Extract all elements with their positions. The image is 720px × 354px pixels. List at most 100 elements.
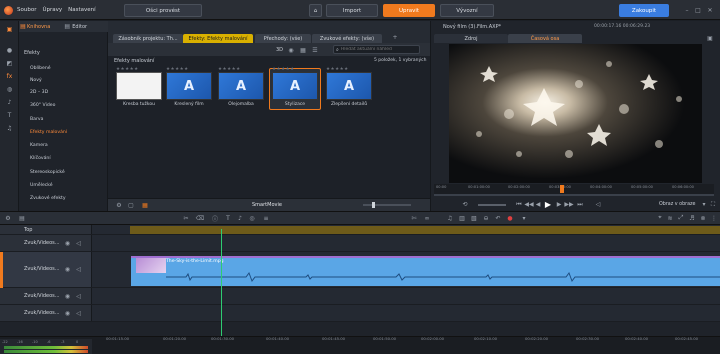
tab-library[interactable]: Knihovna bbox=[27, 24, 50, 30]
tab-effects[interactable]: Efekty: Efekty malování bbox=[183, 34, 253, 43]
category-item[interactable]: Stereoskopické bbox=[30, 170, 65, 175]
step-forward-icon[interactable]: ▶ bbox=[555, 200, 563, 209]
rewind-icon[interactable]: ◀◀ bbox=[524, 200, 533, 209]
effect-thumb-detail[interactable]: A bbox=[326, 72, 372, 100]
category-item[interactable]: Oblíbené bbox=[30, 66, 51, 71]
maximize-icon[interactable]: □ bbox=[694, 6, 702, 14]
dropdown-chevron-icon[interactable]: ▾ bbox=[700, 200, 708, 209]
tab-sound-effects[interactable]: Zvukové efekty: (vše) bbox=[312, 34, 382, 43]
grid-icon[interactable]: ▦ bbox=[299, 46, 307, 54]
loop-icon[interactable]: ⟲ bbox=[461, 200, 469, 209]
edit-button[interactable]: Upravit bbox=[383, 4, 435, 17]
zoom-slider-thumb[interactable] bbox=[372, 202, 375, 208]
razor-icon[interactable]: ✂ bbox=[182, 214, 190, 222]
media-icon[interactable]: ▣ bbox=[4, 25, 15, 34]
eye-icon[interactable]: ◉ bbox=[64, 266, 71, 273]
zoom-slider[interactable] bbox=[363, 204, 411, 206]
effect-thumb-stylize[interactable]: A bbox=[272, 72, 318, 100]
effects-icon[interactable]: fx bbox=[4, 72, 15, 81]
category-item[interactable]: Klíčování bbox=[30, 156, 51, 161]
export-button[interactable]: Vývozní bbox=[440, 4, 494, 17]
category-item[interactable]: Kamera bbox=[30, 143, 48, 148]
tab-transitions[interactable]: Přechody: (vše) bbox=[255, 34, 311, 43]
audio-mode-icon[interactable]: ♫ bbox=[446, 214, 454, 222]
scrub-playhead[interactable] bbox=[560, 185, 564, 193]
pip-toggle-icon[interactable]: ▣ bbox=[705, 34, 715, 43]
effect-thumb-oil[interactable]: A bbox=[218, 72, 264, 100]
timeline-playhead[interactable] bbox=[221, 229, 222, 347]
fast-forward-icon[interactable]: ▶▶ bbox=[564, 200, 573, 209]
scissors-icon[interactable]: ✄ bbox=[410, 214, 418, 222]
title-icon[interactable]: T bbox=[224, 214, 232, 222]
smartmovie-label[interactable]: SmartMovie bbox=[252, 202, 282, 208]
open-simple-button[interactable]: Ošci provést bbox=[124, 4, 202, 17]
menu-upravy[interactable]: Úpravy bbox=[42, 7, 62, 13]
track-name[interactable]: Zvuk/Videos... bbox=[24, 293, 60, 299]
eye-icon[interactable]: ◉ bbox=[64, 293, 71, 300]
snapshot-icon[interactable]: ◎ bbox=[248, 214, 256, 222]
ripple-icon[interactable]: ≋ bbox=[666, 214, 674, 222]
menu-nastaveni[interactable]: Nastavení bbox=[68, 7, 96, 13]
track-name[interactable]: Zvuk/Videos... bbox=[24, 310, 60, 316]
effect-thumb-cartoon[interactable]: A bbox=[166, 72, 212, 100]
sort-icon[interactable]: ☰ bbox=[311, 46, 319, 54]
pip-label[interactable]: Obraz v obraze bbox=[659, 202, 696, 207]
play-icon[interactable]: ▶ bbox=[543, 199, 553, 209]
lock-icon[interactable]: ⊗ bbox=[699, 214, 707, 222]
more-icon[interactable]: ⋮ bbox=[710, 214, 718, 222]
audio-meter-icon[interactable]: ♬ bbox=[688, 214, 696, 222]
category-item[interactable]: 2D – 3D bbox=[30, 90, 48, 95]
gear-icon[interactable]: ⚙ bbox=[115, 201, 123, 209]
shuttle-slider[interactable] bbox=[478, 204, 506, 206]
speaker-icon[interactable]: ◁ bbox=[75, 310, 82, 317]
track-name[interactable]: Zvuk/Videos... bbox=[24, 266, 60, 272]
speaker-icon[interactable]: ◁ bbox=[75, 240, 82, 247]
step-back-icon[interactable]: ◀ bbox=[534, 200, 542, 209]
record-icon[interactable]: ● bbox=[506, 214, 514, 222]
folder-icon[interactable]: ▢ bbox=[127, 201, 135, 209]
insert-icon[interactable]: ▥ bbox=[458, 214, 466, 222]
category-item[interactable]: Zvukové efekty bbox=[30, 196, 66, 201]
eye-icon[interactable]: ◉ bbox=[64, 240, 71, 247]
undo-icon[interactable]: ↶ bbox=[494, 214, 502, 222]
search-box[interactable]: ⌕ bbox=[333, 45, 420, 54]
mixer-icon[interactable]: ≡ bbox=[262, 214, 270, 222]
volume-icon[interactable]: ◁ bbox=[594, 200, 602, 209]
eye-icon[interactable]: ◉ bbox=[64, 310, 71, 317]
tab-editor[interactable]: Editor bbox=[72, 24, 87, 30]
link-icon[interactable]: ∞ bbox=[423, 214, 431, 222]
tab-timeline[interactable]: Časová osa bbox=[508, 34, 582, 43]
go-start-icon[interactable]: ⏮ bbox=[515, 200, 523, 209]
zoom-out-icon[interactable]: ⊖ bbox=[482, 214, 490, 222]
sound-effects-icon[interactable]: ♫ bbox=[4, 124, 15, 133]
track-name[interactable]: Zvuk/Videos... bbox=[24, 240, 60, 246]
category-item[interactable]: Umělecké bbox=[30, 183, 53, 188]
overwrite-icon[interactable]: ▧ bbox=[470, 214, 478, 222]
redo-icon[interactable]: ▾ bbox=[520, 214, 528, 222]
effect-thumb-pencil[interactable] bbox=[116, 72, 162, 100]
montage-icon[interactable]: ◍ bbox=[4, 85, 15, 94]
settings-icon[interactable]: ⚙ bbox=[4, 214, 12, 222]
go-end-icon[interactable]: ⏭ bbox=[576, 200, 584, 209]
add-tab-icon[interactable]: + bbox=[391, 33, 399, 42]
audio-icon[interactable]: ♪ bbox=[4, 98, 15, 107]
record-voice-icon[interactable]: ♪ bbox=[236, 214, 244, 222]
home-button[interactable]: ⌂ bbox=[309, 4, 322, 17]
close-icon[interactable]: ✕ bbox=[706, 6, 714, 14]
fit-icon[interactable]: ⤢ bbox=[677, 214, 685, 222]
disc-icon[interactable]: ● bbox=[4, 46, 15, 55]
layout-icon[interactable]: ▦ bbox=[140, 201, 150, 209]
speaker-icon[interactable]: ◁ bbox=[75, 266, 82, 273]
category-item[interactable]: Barva bbox=[30, 117, 43, 122]
trash-icon[interactable]: ⌫ bbox=[196, 214, 204, 222]
title-icon[interactable]: T bbox=[4, 111, 15, 120]
transitions-icon[interactable]: ◩ bbox=[4, 59, 15, 68]
tab-source[interactable]: Zdroj bbox=[434, 34, 508, 43]
add-track-icon[interactable]: ▤ bbox=[18, 214, 26, 222]
search-input[interactable] bbox=[340, 46, 413, 53]
mode-3d[interactable]: 3D bbox=[276, 47, 283, 53]
marker-icon[interactable]: ⓘ bbox=[211, 214, 219, 223]
buy-button[interactable]: Zakoupit bbox=[619, 4, 669, 17]
speaker-icon[interactable]: ◁ bbox=[75, 293, 82, 300]
fullscreen-icon[interactable]: ⛶ bbox=[709, 200, 717, 209]
